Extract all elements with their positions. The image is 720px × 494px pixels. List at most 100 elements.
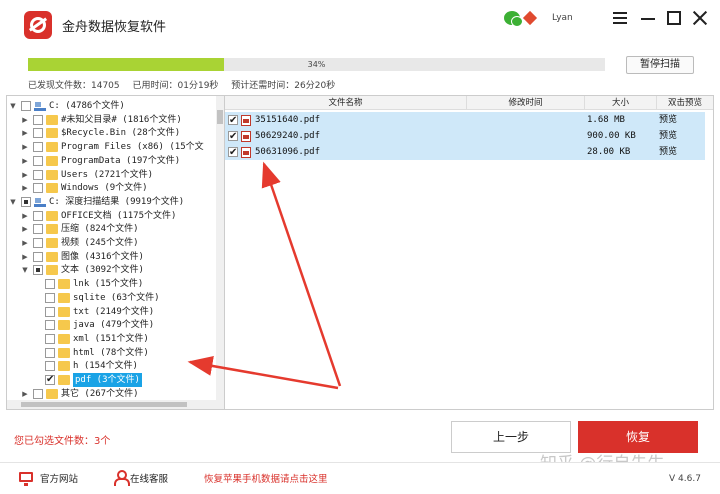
expand-icon[interactable]: ▶ bbox=[21, 390, 29, 398]
tree-item-label: pdf (3个文件) bbox=[73, 373, 142, 387]
tree-item-label: xml (151个文件) bbox=[73, 333, 149, 344]
expand-icon[interactable]: ▶ bbox=[21, 143, 29, 151]
tree-item-label: 文本 (3092个文件) bbox=[61, 265, 144, 276]
collapse-icon[interactable]: ▼ bbox=[21, 266, 29, 274]
folder-icon bbox=[46, 224, 58, 235]
tree-item-label: java (479个文件) bbox=[73, 320, 155, 331]
expand-icon[interactable]: ▶ bbox=[21, 225, 29, 233]
tree-item-label: #未知父目录# (1816个文件) bbox=[61, 114, 182, 125]
preview-link[interactable]: 预览 bbox=[659, 128, 677, 144]
tree-checkbox[interactable] bbox=[45, 279, 55, 290]
file-row[interactable]: 35151640.pdf 1.68 MB 预览 bbox=[225, 112, 705, 129]
support-link[interactable]: 在线客服 bbox=[130, 471, 168, 485]
tree-item-label: 图像 (4316个文件) bbox=[61, 251, 144, 262]
file-name: 50631096.pdf bbox=[255, 147, 321, 157]
maximize-icon[interactable] bbox=[666, 10, 682, 26]
tree-checkbox[interactable] bbox=[45, 292, 55, 303]
tree-checkbox[interactable] bbox=[45, 333, 55, 344]
tree-item-label: html (78个文件) bbox=[73, 347, 149, 358]
user-name[interactable]: Lyan bbox=[552, 13, 573, 23]
menu-icon[interactable] bbox=[612, 10, 628, 26]
tree-checkbox[interactable] bbox=[45, 361, 55, 372]
folder-icon bbox=[46, 128, 58, 139]
tree-checkbox[interactable] bbox=[33, 183, 43, 194]
pdf-file-icon bbox=[241, 147, 251, 158]
remaining-time: 预计还需时间：26分20秒 bbox=[231, 81, 336, 91]
directory-tree: ▼ C: (4786个文件) ▶ #未知父目录# (1816个文件) ▶ $Recycle… bbox=[6, 95, 225, 410]
folder-icon bbox=[46, 210, 58, 221]
file-row[interactable]: 50631096.pdf 28.00 KB 预览 bbox=[225, 144, 705, 161]
folder-icon bbox=[46, 142, 58, 153]
tree-checkbox[interactable] bbox=[33, 265, 43, 276]
support-agent-icon bbox=[114, 470, 130, 486]
file-list: 文件名称 修改时间 大小 双击预览 35151640.pdf1.68 MB预览5… bbox=[225, 95, 714, 410]
close-icon[interactable] bbox=[692, 10, 708, 26]
folder-icon bbox=[46, 183, 58, 194]
column-preview[interactable]: 双击预览 bbox=[657, 96, 713, 110]
folder-icon bbox=[46, 265, 58, 276]
file-checkbox[interactable] bbox=[228, 145, 238, 161]
folder-icon bbox=[46, 169, 58, 180]
folder-icon bbox=[58, 333, 70, 344]
column-size[interactable]: 大小 bbox=[585, 96, 657, 110]
minimize-icon[interactable] bbox=[640, 10, 656, 26]
scan-progress-bar: 34% bbox=[28, 58, 605, 71]
tree-checkbox[interactable] bbox=[33, 238, 43, 248]
file-checkbox[interactable] bbox=[228, 129, 238, 145]
tree-checkbox[interactable] bbox=[33, 210, 43, 221]
preview-link[interactable]: 预览 bbox=[659, 112, 677, 128]
tree-horizontal-scrollbar[interactable] bbox=[7, 400, 224, 409]
vip-diamond-icon[interactable] bbox=[522, 10, 538, 26]
tree-checkbox[interactable] bbox=[33, 251, 43, 262]
preview-link[interactable]: 预览 bbox=[659, 144, 677, 160]
tree-checkbox[interactable] bbox=[33, 114, 43, 125]
scan-stats: 已发现文件数：14705 已用时间：01分19秒 预计还需时间：26分20秒 bbox=[28, 78, 345, 91]
app-title: 金舟数据恢复软件 bbox=[62, 20, 167, 35]
tree-item-label: lnk (15个文件) bbox=[73, 279, 144, 290]
version-label: V 4.6.7 bbox=[669, 474, 701, 484]
expand-icon[interactable]: ▶ bbox=[21, 253, 29, 261]
wechat-icon[interactable] bbox=[504, 11, 523, 27]
expand-icon[interactable]: ▶ bbox=[21, 157, 29, 165]
folder-icon bbox=[46, 251, 58, 262]
tree-checkbox[interactable] bbox=[33, 169, 43, 180]
tree-checkbox[interactable] bbox=[45, 306, 55, 317]
pause-scan-button[interactable]: 暂停扫描 bbox=[626, 56, 694, 74]
folder-icon bbox=[58, 279, 70, 290]
expand-icon[interactable]: ▶ bbox=[21, 116, 29, 124]
tree-checkbox[interactable] bbox=[33, 128, 43, 139]
file-size: 28.00 KB bbox=[587, 147, 631, 157]
tree-checkbox[interactable] bbox=[21, 101, 31, 111]
collapse-icon[interactable]: ▼ bbox=[9, 198, 17, 206]
tree-item-label: OFFICE文档 (1175个文件) bbox=[61, 210, 177, 221]
expand-icon[interactable]: ▶ bbox=[21, 171, 29, 179]
collapse-icon[interactable]: ▼ bbox=[9, 102, 17, 110]
expand-icon[interactable]: ▶ bbox=[21, 184, 29, 192]
expand-icon[interactable]: ▶ bbox=[21, 212, 29, 220]
tree-item-label: 其它 (267个文件) bbox=[61, 388, 139, 399]
tree-item-label: 视频 (245个文件) bbox=[61, 238, 139, 248]
tree-checkbox[interactable] bbox=[33, 388, 43, 399]
tree-item-label: Users (2721个文件) bbox=[61, 169, 154, 180]
tree-checkbox[interactable] bbox=[45, 320, 55, 331]
apple-recovery-link[interactable]: 恢复苹果手机数据请点击这里 bbox=[204, 471, 328, 485]
tree-item-label: Program Files (x86) (15个文 bbox=[61, 142, 204, 153]
expand-icon[interactable]: ▶ bbox=[21, 239, 29, 247]
column-name[interactable]: 文件名称 bbox=[225, 96, 467, 110]
column-modified[interactable]: 修改时间 bbox=[467, 96, 585, 110]
tree-vertical-scrollbar[interactable] bbox=[216, 96, 224, 409]
drive-icon bbox=[34, 101, 46, 111]
website-link[interactable]: 官方网站 bbox=[40, 471, 78, 485]
tree-checkbox[interactable] bbox=[45, 373, 55, 387]
tree-checkbox[interactable] bbox=[33, 155, 43, 166]
tree-item-label: txt (2149个文件) bbox=[73, 306, 155, 317]
tree-checkbox[interactable] bbox=[21, 196, 31, 207]
file-checkbox[interactable] bbox=[228, 113, 238, 129]
elapsed-time: 已用时间：01分19秒 bbox=[132, 81, 219, 91]
tree-checkbox[interactable] bbox=[33, 224, 43, 235]
file-name: 35151640.pdf bbox=[255, 115, 321, 125]
file-row[interactable]: 50629240.pdf 900.00 KB 预览 bbox=[225, 128, 705, 145]
tree-checkbox[interactable] bbox=[33, 142, 43, 153]
expand-icon[interactable]: ▶ bbox=[21, 129, 29, 137]
tree-checkbox[interactable] bbox=[45, 347, 55, 358]
